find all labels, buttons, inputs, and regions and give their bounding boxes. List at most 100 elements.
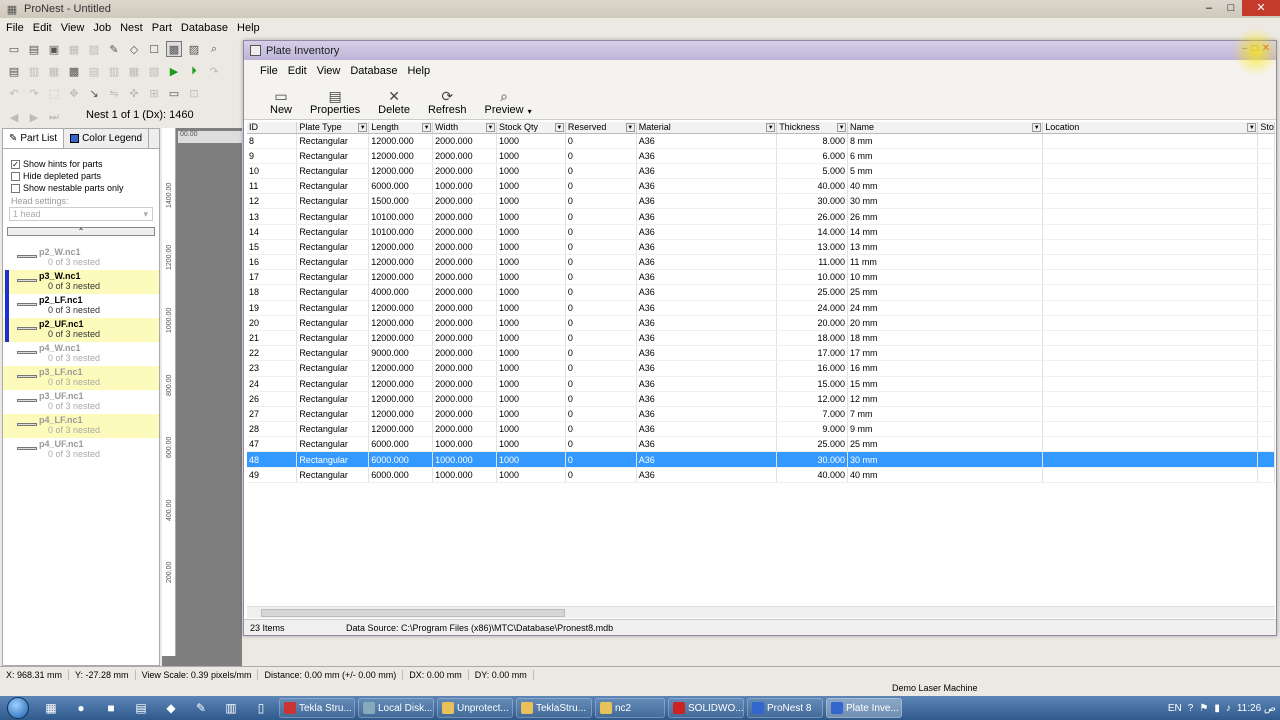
- table-row[interactable]: 19 Rectangular 12000.000 2000.000 1000 0 A36 24…: [247, 300, 1275, 316]
- auto-nest-icon[interactable]: ⏵: [186, 63, 202, 79]
- align2-icon[interactable]: ⊞: [146, 85, 162, 101]
- table-row[interactable]: 24 Rectangular 12000.000 2000.000 1000 0 A36 15…: [247, 376, 1275, 392]
- new-file-icon[interactable]: ▭: [6, 41, 22, 57]
- grid-icon[interactable]: ▩: [66, 63, 82, 79]
- list-item[interactable]: p4_W.nc1 0 of 3 nested: [3, 342, 159, 366]
- add-nest-icon[interactable]: ▤: [6, 63, 22, 79]
- table-row[interactable]: 13 Rectangular 10100.000 2000.000 1000 0 A36 26…: [247, 208, 1275, 225]
- layout-icon[interactable]: ▤: [86, 63, 102, 79]
- column-header[interactable]: Name ▼: [847, 122, 1044, 134]
- column-header[interactable]: Width ▼: [432, 122, 497, 134]
- undo-icon[interactable]: ↶: [6, 85, 22, 101]
- taskbar-button[interactable]: ProNest 8: [747, 698, 823, 718]
- clock[interactable]: 11:26 ص: [1237, 703, 1276, 714]
- table-row[interactable]: 15 Rectangular 12000.000 2000.000 1000 0 A36 13…: [247, 239, 1275, 256]
- start-button[interactable]: [0, 696, 36, 720]
- taskbar-button[interactable]: nc2: [595, 698, 665, 718]
- menu-part[interactable]: Part: [152, 22, 172, 34]
- column-header[interactable]: Plate Type ▼: [296, 122, 370, 134]
- check-icon[interactable]: ☐: [146, 41, 162, 57]
- zoom-icon[interactable]: ⊡: [186, 85, 202, 101]
- move-icon[interactable]: ✥: [66, 85, 82, 101]
- filter-dropdown-icon[interactable]: ▼: [422, 123, 432, 132]
- redo-icon[interactable]: ↷: [26, 85, 42, 101]
- taskbar-button[interactable]: Plate Inve...: [826, 698, 902, 718]
- table-row[interactable]: 16 Rectangular 12000.000 2000.000 1000 0 A36 11…: [247, 254, 1275, 271]
- properties-button[interactable]: ▤ Properties: [310, 88, 360, 116]
- column-header[interactable]: Sto: [1257, 122, 1275, 134]
- column-header[interactable]: Stock Qty ▼: [496, 122, 566, 134]
- quicklaunch-icon[interactable]: ▯: [246, 696, 276, 720]
- column-header[interactable]: Thickness ▼: [776, 122, 849, 134]
- help-icon[interactable]: ?: [1188, 703, 1194, 714]
- table-row[interactable]: 48 Rectangular 6000.000 1000.000 1000 0 A36 30.…: [247, 451, 1275, 468]
- column-header[interactable]: Location ▼: [1042, 122, 1259, 134]
- quicklaunch-icon[interactable]: ●: [66, 696, 96, 720]
- copy-nest-icon[interactable]: ▥: [26, 63, 42, 79]
- chevron-down-icon[interactable]: ▾: [528, 107, 532, 116]
- step-icon[interactable]: ↷: [206, 63, 222, 79]
- table-row[interactable]: 20 Rectangular 12000.000 2000.000 1000 0 A36 20…: [247, 315, 1275, 331]
- taskbar-button[interactable]: Tekla Stru...: [279, 698, 355, 718]
- table-row[interactable]: 9 Rectangular 12000.000 2000.000 1000 0 A36 6.0…: [247, 148, 1275, 164]
- table-row[interactable]: 28 Rectangular 12000.000 2000.000 1000 0 A36 9.…: [247, 421, 1275, 438]
- table-row[interactable]: 10 Rectangular 12000.000 2000.000 1000 0 A36 5.…: [247, 163, 1275, 180]
- quicklaunch-icon[interactable]: ▥: [216, 696, 246, 720]
- table-row[interactable]: 18 Rectangular 4000.000 2000.000 1000 0 A36 25.…: [247, 284, 1275, 301]
- last-nest-icon[interactable]: ⏭: [46, 109, 62, 125]
- quicklaunch-icon[interactable]: ▦: [36, 696, 66, 720]
- edit-part-icon[interactable]: ✎: [106, 41, 122, 57]
- layout3-icon[interactable]: ▦: [126, 63, 142, 79]
- column-header[interactable]: ID: [247, 122, 298, 134]
- table-row[interactable]: 26 Rectangular 12000.000 2000.000 1000 0 A36 12…: [247, 391, 1275, 407]
- language-indicator[interactable]: EN: [1168, 703, 1182, 714]
- delete-button[interactable]: ✕ Delete: [378, 88, 410, 116]
- pi-menu-help[interactable]: Help: [407, 65, 430, 77]
- taskbar-button[interactable]: SOLIDWO...: [668, 698, 744, 718]
- table-row[interactable]: 22 Rectangular 9000.000 2000.000 1000 0 A36 17.…: [247, 345, 1275, 362]
- list-item[interactable]: p2_LF.nc1 0 of 3 nested: [3, 294, 159, 318]
- refresh-button[interactable]: ⟳ Refresh: [428, 88, 467, 116]
- list-item[interactable]: p4_UF.nc1 0 of 3 nested: [3, 438, 159, 462]
- list-item[interactable]: p2_UF.nc1 0 of 3 nested: [3, 318, 159, 342]
- search-icon[interactable]: ⌕: [206, 41, 222, 57]
- measure-icon[interactable]: ▭: [166, 85, 182, 101]
- save-icon[interactable]: ▣: [46, 41, 62, 57]
- table-row[interactable]: 11 Rectangular 6000.000 1000.000 1000 0 A36 40.…: [247, 178, 1275, 195]
- filter-dropdown-icon[interactable]: ▼: [837, 123, 847, 132]
- filter-dropdown-icon[interactable]: ▼: [1032, 123, 1042, 132]
- show-nestable-checkbox[interactable]: Show nestable parts only: [11, 183, 159, 193]
- close-button[interactable]: ✕: [1242, 0, 1280, 16]
- menu-help[interactable]: Help: [237, 22, 260, 34]
- select-icon[interactable]: ⬚: [46, 85, 62, 101]
- table-row[interactable]: 49 Rectangular 6000.000 1000.000 1000 0 A36 40.…: [247, 467, 1275, 483]
- delete-nest-icon[interactable]: ▦: [46, 63, 62, 79]
- collapse-button[interactable]: ⌃: [7, 227, 155, 236]
- layout4-icon[interactable]: ▧: [146, 63, 162, 79]
- taskbar-button[interactable]: TeklaStru...: [516, 698, 592, 718]
- taskbar-button[interactable]: Unprotect...: [437, 698, 513, 718]
- paste-icon[interactable]: ▧: [86, 41, 102, 57]
- align-icon[interactable]: ✜: [126, 85, 142, 101]
- filter-dropdown-icon[interactable]: ▼: [485, 123, 495, 132]
- filter-dropdown-icon[interactable]: ▼: [766, 123, 776, 132]
- open-folder-icon[interactable]: ▤: [26, 41, 42, 57]
- show-hints-checkbox[interactable]: ✓ Show hints for parts: [11, 159, 159, 169]
- copy-icon[interactable]: ▦: [66, 41, 82, 57]
- plate-list-icon[interactable]: ▨: [186, 41, 202, 57]
- tab-color-legend[interactable]: Color Legend: [64, 129, 150, 148]
- nest-icon[interactable]: ◇: [126, 41, 142, 57]
- head-settings-select[interactable]: 1 head ▾: [9, 207, 153, 221]
- play-icon[interactable]: ▶: [166, 63, 182, 79]
- list-item[interactable]: p3_LF.nc1 0 of 3 nested: [3, 366, 159, 390]
- prev-nest-icon[interactable]: ◀: [6, 109, 22, 125]
- table-row[interactable]: 47 Rectangular 6000.000 1000.000 1000 0 A36 25.…: [247, 436, 1275, 453]
- pi-menu-edit[interactable]: Edit: [288, 65, 307, 77]
- filter-dropdown-icon[interactable]: ▼: [625, 123, 635, 132]
- tab-part-list[interactable]: ✎ Part List: [3, 129, 65, 148]
- minimize-button[interactable]: –: [1198, 0, 1220, 16]
- table-row[interactable]: 12 Rectangular 1500.000 2000.000 1000 0 A36 30.…: [247, 193, 1275, 210]
- quicklaunch-icon[interactable]: ✎: [186, 696, 216, 720]
- table-row[interactable]: 8 Rectangular 12000.000 2000.000 1000 0 A36 8.0…: [247, 133, 1275, 149]
- taskbar-button[interactable]: Local Disk...: [358, 698, 434, 718]
